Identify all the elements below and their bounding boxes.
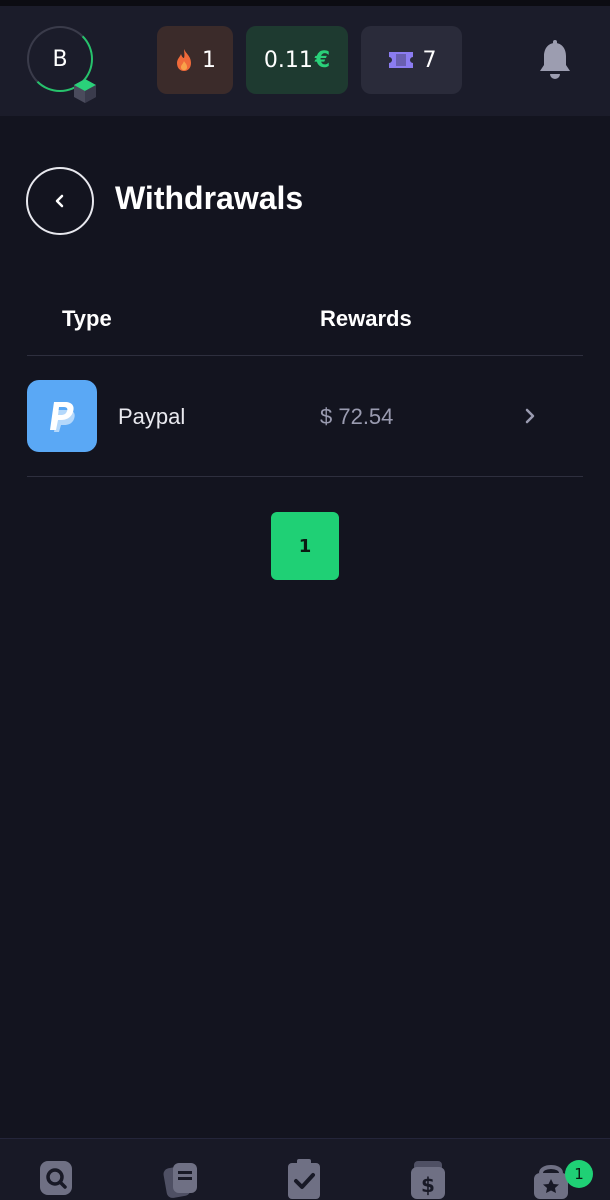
row-reward: $ 72.54 [320,404,394,429]
bell-icon[interactable] [536,40,574,82]
table-row[interactable]: Paypal $ 72.54 [27,380,583,452]
tasks-icon[interactable] [284,1157,324,1200]
chevron-right-icon[interactable] [522,404,538,428]
rewards-badge: 1 [565,1160,593,1188]
currency-symbol: € [314,47,331,73]
back-button[interactable] [26,167,94,235]
chevron-left-icon [55,194,64,208]
app-root: B 1 0.11 € 7 Withdrawals Type Rewards Pa… [0,0,610,1200]
column-header-type: Type [62,306,112,331]
row-type: Paypal [118,404,186,429]
balance-pill[interactable]: 0.11 € [246,26,348,94]
paypal-icon [27,380,97,452]
bottom-nav: $ [0,1138,610,1200]
cashout-icon[interactable]: $ [408,1157,448,1200]
tickets-value: 7 [422,47,437,73]
streak-value: 1 [202,47,216,73]
offers-icon[interactable] [161,1157,201,1200]
ticket-icon [388,52,413,68]
level-badge-icon [74,79,96,103]
pagination-page-1[interactable]: 1 [271,512,339,580]
flame-icon [177,49,191,71]
column-header-rewards: Rewards [320,306,412,331]
top-bar: B 1 0.11 € 7 [0,0,610,116]
balance-value: 0.11 [263,47,313,73]
svg-text:$: $ [421,1173,435,1197]
table-header-divider [27,355,583,356]
search-icon[interactable] [37,1157,77,1200]
tickets-pill[interactable]: 7 [361,26,462,94]
table-row-divider [27,476,583,477]
page-title: Withdrawals [115,180,304,216]
avatar-initial: B [52,46,68,72]
streak-pill[interactable]: 1 [157,26,233,94]
